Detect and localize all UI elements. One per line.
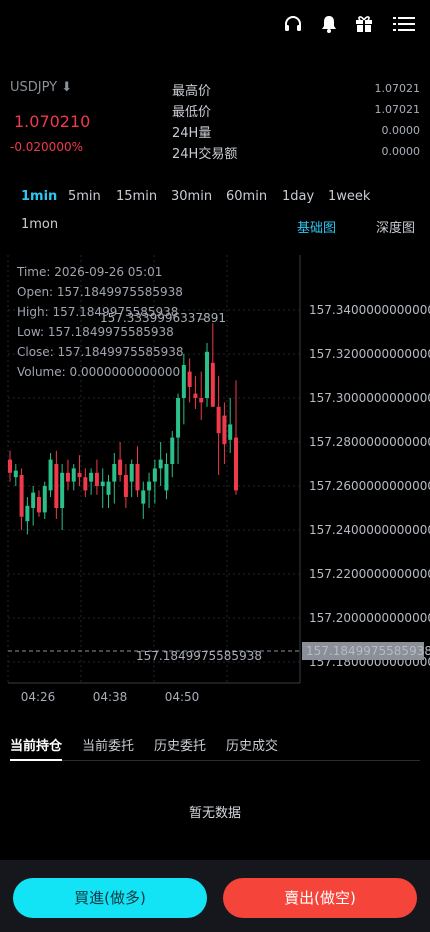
candle-body [187,371,192,387]
candle-body [112,464,117,482]
candle-body [234,437,238,491]
candle-body [60,472,65,508]
info-time: Time: 2026-09-26 05:01 [17,265,163,279]
candle-body [164,464,169,491]
tab-order-history[interactable]: 历史委托 [154,735,206,754]
candle-body [123,475,128,497]
timeframe-60min[interactable]: 60min [226,189,267,204]
bell-icon[interactable] [319,14,339,34]
candle-body [13,470,18,478]
y-tick-label: 157.3000000000000 [309,391,430,405]
y-tick-label: 157.2600000000000 [309,479,430,493]
candle-body [210,362,215,407]
candle-body [118,459,123,475]
candle-body [193,393,198,398]
y-tick-label: 157.2800000000000 [309,435,430,449]
candlestick-chart[interactable]: 157.3400000000000 157.3200000000000 157.30… [0,255,430,705]
candle-body [106,481,111,495]
symbol-label[interactable]: USDJPY ⬇ [10,80,72,95]
y-tick-label: 157.2000000000000 [309,611,430,625]
tab-current-orders[interactable]: 当前委托 [82,735,134,754]
candle-body [48,459,53,491]
stat-label-low: 最低价 [172,105,212,120]
candle-body [205,351,210,398]
candle-body [25,505,30,522]
candle-body [89,472,94,482]
tab-divider [10,760,420,761]
stat-value-turnover: 0.0000 [381,145,421,158]
tab-trade-history[interactable]: 历史成交 [226,735,278,754]
current-price-tag-label: 157.1849975585938 [306,644,430,658]
candle-body [228,424,233,440]
candle-body [181,365,186,398]
timeframe-1mon[interactable]: 1mon [21,217,58,232]
candle-body [135,464,140,491]
x-tick-label: 04:38 [93,690,128,704]
action-bar: 買進(做多) 賣出(做空) [0,860,430,932]
candle-body [71,468,76,482]
candle-body [19,475,24,517]
candle-body [8,459,12,473]
gift-icon[interactable] [354,14,374,34]
chart-canvas: 157.3400000000000 157.3200000000000 157.30… [7,255,430,704]
active-tab-indicator [10,759,62,761]
candle-body [199,398,204,403]
y-tick-label: 157.3400000000000 [309,303,430,317]
top-bar [0,0,430,50]
candle-body [83,477,88,491]
tab-current-positions[interactable]: 当前持仓 [10,735,62,754]
candle-body [129,464,134,482]
stat-value-volume: 0.0000 [381,124,421,137]
last-price-line-label: 157.1849975585938 [136,649,262,663]
info-high: High: 157.1849975585938 [17,305,179,319]
sell-short-button[interactable]: 賣出(做空) [223,878,417,918]
price-change-percent: -0.020000% [10,140,83,154]
candle-body [36,497,41,513]
stat-label-high: 最高价 [172,84,212,99]
timeframe-1week[interactable]: 1week [328,189,370,204]
stat-label-turnover: 24H交易额 [172,147,238,162]
stat-value-high: 1.07021 [374,82,421,95]
view-depth-chart[interactable]: 深度图 [376,217,415,236]
info-volume: Volume: 0.0000000000000 [17,365,181,379]
headset-icon[interactable] [283,14,303,34]
empty-state-text: 暂无数据 [188,806,241,821]
stat-label-volume: 24H量 [172,126,212,141]
candle-body [100,481,105,486]
candle-body [77,472,82,478]
x-tick-label: 04:26 [21,690,56,704]
y-tick-label: 157.3200000000000 [309,347,430,361]
candle-body [147,481,152,491]
candle-body [176,398,181,438]
view-basic-chart[interactable]: 基础图 [297,217,336,236]
info-open: Open: 157.1849975585938 [17,285,183,299]
candle-body [54,464,59,508]
stat-value-low: 1.07021 [374,103,421,116]
info-close: Close: 157.1849975585938 [17,345,184,359]
candle-body [216,406,221,434]
candle-body [65,472,70,482]
timeframe-1day[interactable]: 1day [282,189,314,204]
candle-body [141,490,146,504]
candle-body [42,486,47,513]
timeframe-5min[interactable]: 5min [68,189,101,204]
menu-icon[interactable] [393,14,415,34]
candle-body [170,437,175,464]
buy-long-button[interactable]: 買進(做多) [13,878,207,918]
y-tick-label: 157.2200000000000 [309,567,430,581]
candle-body [222,415,227,445]
y-tick-label: 157.2400000000000 [309,523,430,537]
candle-body [31,492,36,508]
timeframe-15min[interactable]: 15min [116,189,157,204]
candle-body [152,468,157,482]
timeframe-1min[interactable]: 1min [21,189,57,204]
current-price: 1.070210 [14,112,91,131]
candle-body [94,472,99,486]
x-tick-label: 04:50 [165,690,200,704]
info-low: Low: 157.1849975585938 [17,325,174,339]
timeframe-30min[interactable]: 30min [171,189,212,204]
candle-body [158,459,163,469]
